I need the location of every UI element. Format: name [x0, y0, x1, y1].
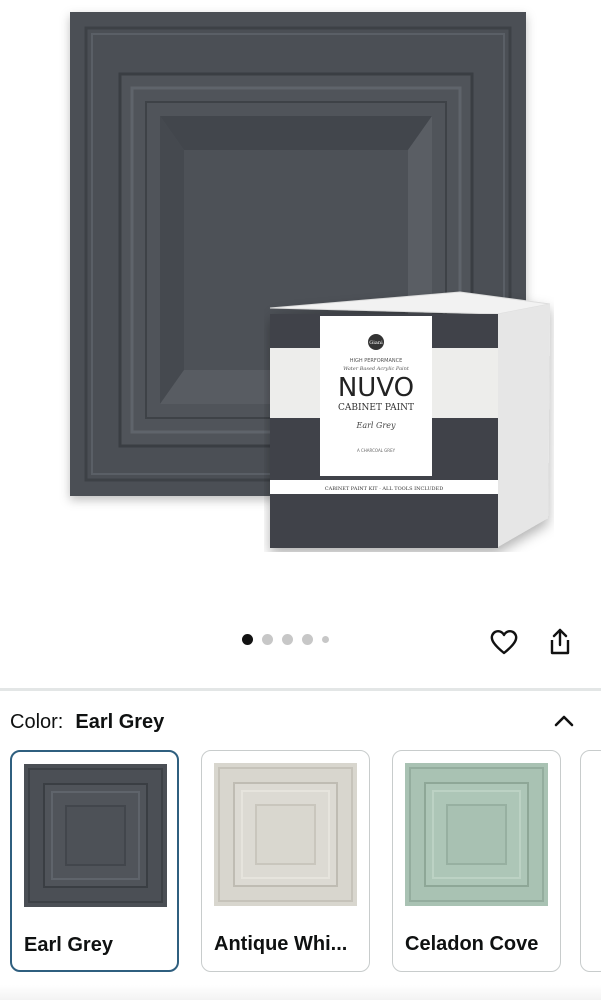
swatch-thumbnail	[405, 763, 548, 906]
heart-icon	[490, 630, 518, 655]
carousel-dot[interactable]	[282, 634, 293, 645]
paint-kit-box: Giani HIGH PERFORMANCE Water Based Acryl…	[269, 291, 551, 548]
swatch-earl-grey[interactable]: Earl Grey	[10, 750, 179, 972]
bottom-edge	[0, 985, 601, 1000]
box-tagline-top: HIGH PERFORMANCE	[350, 358, 403, 364]
carousel-dot[interactable]	[302, 634, 313, 645]
box-small-text: A CHARCOAL GREY	[357, 448, 396, 453]
box-shade: Earl Grey	[355, 421, 395, 430]
swatch-thumbnail	[214, 763, 357, 906]
color-label: Color:	[10, 711, 64, 733]
carousel-dots[interactable]	[242, 634, 329, 645]
carousel-dot[interactable]	[242, 634, 253, 645]
swatch-name: Earl Grey	[24, 934, 113, 956]
collapse-button[interactable]	[549, 706, 579, 736]
share-button[interactable]	[542, 624, 578, 660]
swatch-name: Antique Whi...	[214, 933, 348, 955]
box-brand: NUVO	[338, 373, 414, 403]
swatch-name: Celadon Cove	[405, 933, 539, 955]
favorite-button[interactable]	[486, 624, 522, 660]
swatch-thumbnail	[24, 764, 167, 907]
box-logo: Giani	[369, 340, 383, 346]
box-subtitle: CABINET PAINT	[338, 403, 414, 413]
swatch-next-peek[interactable]	[580, 750, 601, 972]
box-band-text: CABINET PAINT KIT · ALL TOOLS INCLUDED	[325, 486, 443, 492]
carousel-dot[interactable]	[262, 634, 273, 645]
swatch-celadon-cove[interactable]: Celadon Cove	[392, 750, 561, 972]
color-selector-header: Color: Earl Grey	[10, 711, 164, 734]
share-icon	[550, 628, 570, 655]
product-image[interactable]: Giani HIGH PERFORMANCE Water Based Acryl…	[0, 0, 601, 610]
color-swatch-list: Earl Grey Antique Whi... Celadon Cove	[10, 750, 561, 972]
swatch-antique-white[interactable]: Antique Whi...	[201, 750, 370, 972]
section-divider	[0, 688, 601, 691]
color-value: Earl Grey	[75, 711, 165, 733]
carousel-dot[interactable]	[322, 636, 329, 643]
box-tagline-script: Water Based Acrylic Paint	[343, 366, 410, 372]
chevron-up-icon	[554, 715, 574, 727]
